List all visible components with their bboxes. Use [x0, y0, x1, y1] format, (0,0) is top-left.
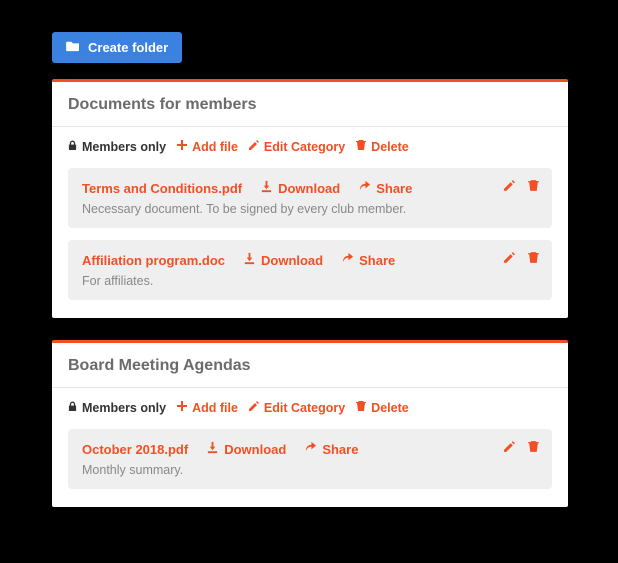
edit-file-button[interactable]: [502, 441, 516, 455]
members-only-label: Members only: [82, 401, 166, 415]
file-description: For affiliates.: [82, 274, 538, 288]
delete-category-label: Delete: [371, 401, 409, 415]
add-file-button[interactable]: Add file: [176, 400, 238, 415]
file-name[interactable]: Affiliation program.doc: [82, 253, 225, 268]
share-button[interactable]: Share: [358, 180, 412, 196]
file-list: Terms and Conditions.pdf Download Share …: [52, 168, 568, 318]
trash-icon: [527, 251, 540, 267]
add-file-label: Add file: [192, 401, 238, 415]
download-icon: [260, 180, 273, 196]
delete-category-label: Delete: [371, 140, 409, 154]
create-folder-button[interactable]: Create folder: [52, 32, 182, 63]
share-button[interactable]: Share: [341, 252, 395, 268]
lock-icon: [68, 140, 77, 154]
file-card: Terms and Conditions.pdf Download Share …: [68, 168, 552, 228]
file-description: Necessary document. To be signed by ever…: [82, 202, 538, 216]
share-button[interactable]: Share: [304, 441, 358, 457]
trash-icon: [527, 179, 540, 195]
share-icon: [304, 441, 317, 457]
panel-toolbar: Members only Add file Edit Category Dele…: [52, 127, 568, 168]
delete-file-button[interactable]: [526, 252, 540, 266]
add-file-label: Add file: [192, 140, 238, 154]
file-name[interactable]: Terms and Conditions.pdf: [82, 181, 242, 196]
panel-toolbar: Members only Add file Edit Category Dele…: [52, 388, 568, 429]
delete-category-button[interactable]: Delete: [355, 400, 409, 415]
download-icon: [243, 252, 256, 268]
edit-category-button[interactable]: Edit Category: [248, 400, 345, 415]
edit-category-label: Edit Category: [264, 401, 345, 415]
download-button[interactable]: Download: [206, 441, 286, 457]
file-name[interactable]: October 2018.pdf: [82, 442, 188, 457]
share-icon: [358, 180, 371, 196]
panel-header: Documents for members: [52, 82, 568, 127]
share-label: Share: [359, 253, 395, 268]
file-list: October 2018.pdf Download Share Monthly …: [52, 429, 568, 507]
download-label: Download: [224, 442, 286, 457]
edit-category-label: Edit Category: [264, 140, 345, 154]
pencil-icon: [248, 139, 260, 154]
file-description: Monthly summary.: [82, 463, 538, 477]
trash-icon: [355, 400, 367, 415]
download-button[interactable]: Download: [243, 252, 323, 268]
folder-panel: Board Meeting Agendas Members only Add f…: [52, 340, 568, 507]
share-label: Share: [322, 442, 358, 457]
pencil-icon: [248, 400, 260, 415]
edit-file-button[interactable]: [502, 252, 516, 266]
share-icon: [341, 252, 354, 268]
plus-icon: [176, 139, 188, 154]
members-only-badge: Members only: [68, 401, 166, 415]
trash-icon: [527, 440, 540, 456]
edit-category-button[interactable]: Edit Category: [248, 139, 345, 154]
delete-file-button[interactable]: [526, 180, 540, 194]
panel-title: Board Meeting Agendas: [68, 357, 552, 375]
edit-file-button[interactable]: [502, 180, 516, 194]
file-card: Affiliation program.doc Download Share F…: [68, 240, 552, 300]
trash-icon: [355, 139, 367, 154]
delete-category-button[interactable]: Delete: [355, 139, 409, 154]
plus-icon: [176, 400, 188, 415]
lock-icon: [68, 401, 77, 415]
create-folder-label: Create folder: [88, 40, 168, 55]
file-card: October 2018.pdf Download Share Monthly …: [68, 429, 552, 489]
download-label: Download: [261, 253, 323, 268]
folder-panel: Documents for members Members only Add f…: [52, 79, 568, 318]
download-label: Download: [278, 181, 340, 196]
members-only-label: Members only: [82, 140, 166, 154]
members-only-badge: Members only: [68, 140, 166, 154]
download-button[interactable]: Download: [260, 180, 340, 196]
pencil-icon: [503, 179, 516, 195]
panel-title: Documents for members: [68, 96, 552, 114]
add-file-button[interactable]: Add file: [176, 139, 238, 154]
panel-header: Board Meeting Agendas: [52, 343, 568, 388]
download-icon: [206, 441, 219, 457]
folder-icon: [66, 40, 80, 55]
share-label: Share: [376, 181, 412, 196]
pencil-icon: [503, 251, 516, 267]
delete-file-button[interactable]: [526, 441, 540, 455]
pencil-icon: [503, 440, 516, 456]
